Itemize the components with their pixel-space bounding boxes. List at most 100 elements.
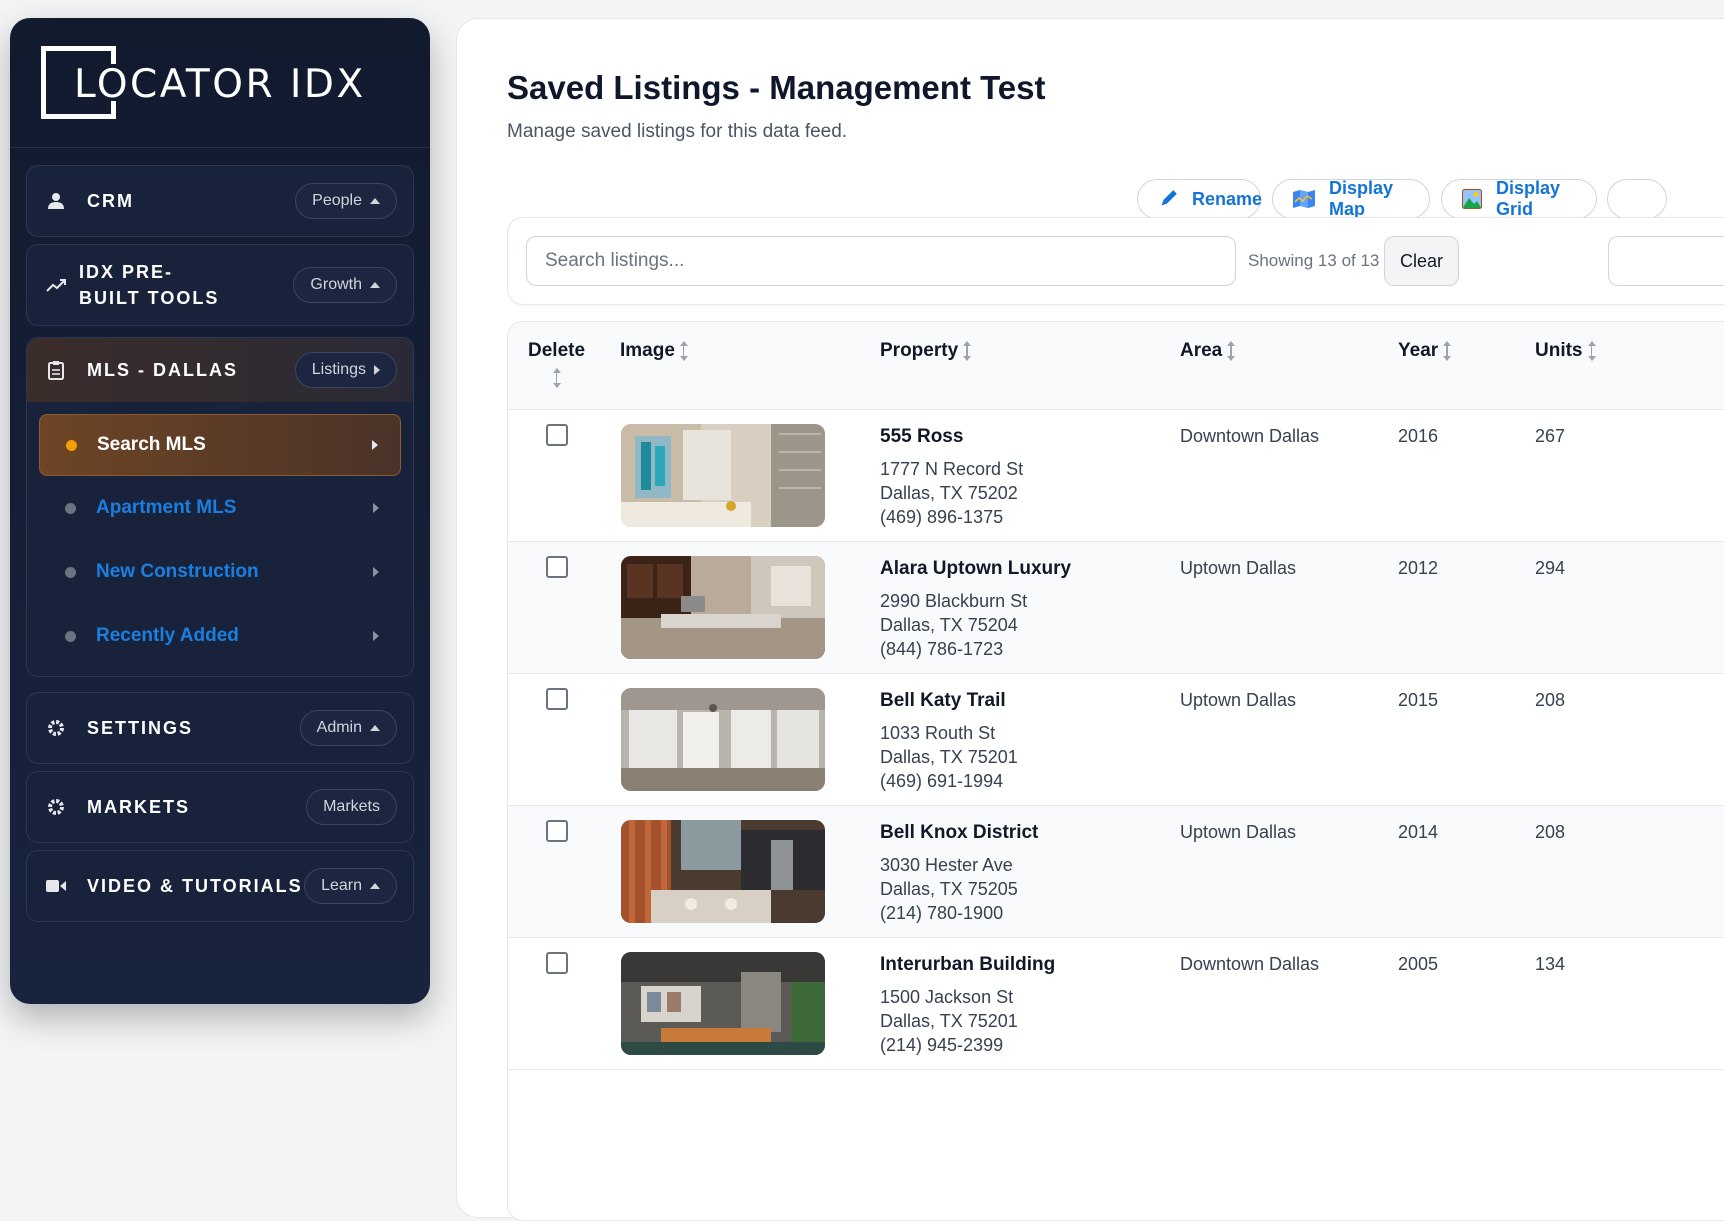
listings-table: Delete Image Property Area Year Units 55… (507, 321, 1724, 1221)
nav-label-video-tutorials: VIDEO & TUTORIALS (87, 876, 303, 896)
delete-checkbox[interactable] (546, 556, 568, 578)
more-button[interactable] (1607, 179, 1667, 219)
property-phone: (469) 691-1994 (880, 771, 1004, 791)
listing-photo[interactable] (621, 688, 825, 791)
property-name[interactable]: 555 Ross (880, 426, 963, 448)
nav-header-idx-tools[interactable]: IDX PRE-BUILT TOOLS Growth (27, 245, 413, 325)
property-area: Uptown Dallas (1180, 690, 1297, 710)
nav-label-markets: MARKETS (87, 797, 190, 817)
chevron-right-icon (373, 567, 379, 577)
sidebar-item-search-mls[interactable]: Search MLS (39, 414, 401, 476)
table-row[interactable]: Interurban Building 1500 Jackson St Dall… (508, 938, 1724, 1070)
display-map-label: Display Map (1329, 178, 1394, 219)
picture-icon (1462, 188, 1482, 210)
property-year: 2012 (1398, 558, 1439, 578)
table-header: Delete Image Property Area Year Units (508, 322, 1724, 410)
gear-icon (45, 796, 67, 818)
listing-photo[interactable] (621, 556, 825, 659)
column-delete[interactable]: Delete (528, 340, 585, 388)
search-input[interactable] (526, 236, 1236, 286)
column-image[interactable]: Image (620, 340, 688, 362)
nav-header-video-tutorials[interactable]: VIDEO & TUTORIALS Learn (27, 851, 413, 921)
pill-listings[interactable]: Listings (294, 352, 397, 388)
property-area: Downtown Dallas (1180, 426, 1320, 446)
logo[interactable]: LOCATOR IDX (10, 18, 430, 148)
table-row[interactable]: Alara Uptown Luxury 2990 Blackburn St Da… (508, 542, 1724, 674)
nav-header-crm[interactable]: CRM People (27, 166, 413, 236)
listing-photo[interactable] (621, 424, 825, 527)
column-label: Year (1398, 340, 1439, 361)
property-year: 2005 (1398, 954, 1439, 974)
sidebar-item-new-construction[interactable]: New Construction (39, 540, 401, 604)
column-property[interactable]: Property (880, 340, 972, 362)
video-icon (45, 875, 67, 897)
sort-icon (1587, 341, 1596, 361)
table-row[interactable]: Bell Knox District 3030 Hester Ave Dalla… (508, 806, 1724, 938)
delete-checkbox[interactable] (546, 688, 568, 710)
nav-label-settings: SETTINGS (87, 718, 194, 738)
property-phone: (469) 896-1375 (880, 507, 1004, 527)
clear-button[interactable]: Clear (1384, 236, 1459, 286)
delete-checkbox[interactable] (546, 424, 568, 446)
filter-control[interactable] (1608, 236, 1724, 286)
pill-markets[interactable]: Markets (306, 789, 397, 825)
sort-icon (679, 341, 688, 361)
nav-section-mls-dallas: MLS - DALLAS Listings Search MLS Apartme… (26, 337, 414, 677)
sort-icon (552, 368, 561, 388)
pill-label: Markets (323, 798, 380, 815)
property-area: Uptown Dallas (1180, 558, 1297, 578)
sort-icon (1227, 341, 1236, 361)
nav-header-markets[interactable]: MARKETS Markets (27, 772, 413, 842)
rename-label: Rename (1192, 188, 1263, 209)
delete-checkbox[interactable] (546, 820, 568, 842)
display-map-button[interactable]: Display Map (1272, 178, 1430, 219)
delete-checkbox[interactable] (546, 952, 568, 974)
property-street: 2990 Blackburn St (880, 591, 1028, 611)
property-city: Dallas, TX 75202 (880, 483, 1018, 503)
property-name[interactable]: Alara Uptown Luxury (880, 558, 1071, 580)
page-subtitle: Manage saved listings for this data feed… (507, 121, 848, 142)
column-units[interactable]: Units (1535, 340, 1596, 362)
pencil-icon (1158, 188, 1178, 210)
nav-label-idx-tools: IDX PRE-BUILT TOOLS (79, 262, 220, 308)
property-name[interactable]: Bell Katy Trail (880, 690, 1006, 712)
pill-label: People (312, 192, 362, 209)
gear-icon (45, 717, 67, 739)
chevron-right-icon (373, 503, 379, 513)
listing-photo[interactable] (621, 952, 825, 1055)
sidebar-item-label: Recently Added (96, 625, 239, 646)
pill-label: Learn (321, 877, 362, 894)
pill-learn[interactable]: Learn (304, 868, 397, 904)
property-phone: (844) 786-1723 (880, 639, 1004, 659)
property-name[interactable]: Bell Knox District (880, 822, 1038, 844)
page-title: Saved Listings - Management Test (507, 69, 1046, 106)
sidebar: LOCATOR IDX CRM People IDX PRE-BUILT TOO… (10, 18, 430, 1004)
property-area: Downtown Dallas (1180, 954, 1320, 974)
column-label: Units (1535, 340, 1583, 361)
listing-photo[interactable] (621, 820, 825, 923)
sidebar-item-recently-added[interactable]: Recently Added (39, 604, 401, 668)
chevron-right-icon (372, 440, 378, 450)
sidebar-item-label: Search MLS (97, 434, 206, 455)
property-year: 2015 (1398, 690, 1439, 710)
table-row[interactable]: Bell Katy Trail 1033 Routh St Dallas, TX… (508, 674, 1724, 806)
chevron-right-icon (373, 631, 379, 641)
nav-header-mls-dallas[interactable]: MLS - DALLAS Listings (27, 338, 413, 402)
column-area[interactable]: Area (1180, 340, 1236, 362)
nav-header-settings[interactable]: SETTINGS Admin (27, 693, 413, 763)
column-label: Property (880, 340, 959, 361)
nav-section-settings: SETTINGS Admin (26, 692, 414, 764)
pill-people[interactable]: People (295, 183, 397, 219)
display-grid-button[interactable]: Display Grid (1441, 178, 1597, 219)
pill-growth[interactable]: Growth (293, 267, 397, 303)
property-name[interactable]: Interurban Building (880, 954, 1055, 976)
sort-icon (963, 341, 972, 361)
caret-up-icon (370, 282, 380, 288)
sidebar-item-apartment-mls[interactable]: Apartment MLS (39, 476, 401, 540)
trend-icon (45, 274, 67, 296)
column-year[interactable]: Year (1398, 340, 1452, 362)
pill-admin[interactable]: Admin (299, 710, 397, 746)
rename-button[interactable]: Rename (1137, 179, 1263, 219)
person-icon (45, 190, 67, 212)
table-row[interactable]: 555 Ross 1777 N Record St Dallas, TX 752… (508, 410, 1724, 542)
